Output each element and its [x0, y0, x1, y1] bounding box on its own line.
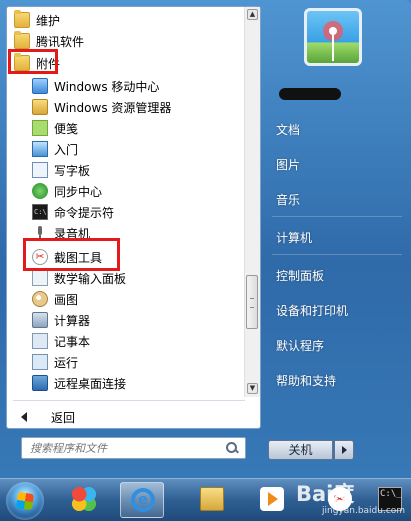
sync-center-icon — [32, 183, 48, 199]
program-paint[interactable]: 画图 — [7, 289, 243, 309]
right-item-default-programs[interactable]: 默认程序 — [276, 337, 324, 354]
taskbar-app-ie[interactable]: e — [120, 482, 164, 518]
mobility-center-icon — [32, 78, 48, 94]
program-label: 写字板 — [54, 163, 91, 178]
programs-panel: 维护 腾讯软件 附件 Windows 移动中心 Windows 资源管理器 便笺 — [6, 6, 261, 429]
program-label: 计算器 — [54, 313, 91, 328]
watermark: Bai度 — [296, 482, 355, 506]
program-label: 录音机 — [54, 226, 91, 241]
right-item-documents[interactable]: 文档 — [276, 121, 300, 138]
program-sync-center[interactable]: 同步中心 — [7, 181, 243, 201]
shutdown-options-arrow-icon[interactable] — [334, 440, 354, 460]
folder-maintenance[interactable]: 维护 — [7, 10, 243, 30]
program-label: 截图工具 — [54, 250, 103, 265]
back-label: 返回 — [51, 410, 76, 425]
taskbar-app-media[interactable] — [250, 482, 294, 518]
start-orb-icon[interactable] — [6, 482, 44, 520]
getting-started-icon — [32, 141, 48, 157]
program-math-input-panel[interactable]: 数学输入面板 — [7, 268, 243, 288]
wordpad-icon — [32, 162, 48, 178]
program-label: 记事本 — [54, 334, 91, 349]
program-label: 运行 — [54, 355, 79, 370]
program-label: 便笺 — [54, 121, 79, 136]
program-windows-mobility-center[interactable]: Windows 移动中心 — [7, 76, 243, 96]
watermark-url: jingyan.baidu.com — [322, 506, 406, 516]
program-sticky-notes[interactable]: 便笺 — [7, 118, 243, 138]
math-input-icon — [32, 270, 48, 286]
explorer-icon — [32, 99, 48, 115]
sticky-notes-icon — [32, 120, 48, 136]
notepad-icon — [32, 333, 48, 349]
folder-accessories[interactable]: 附件 — [7, 53, 243, 73]
paint-icon — [32, 291, 48, 307]
program-label: 入门 — [54, 142, 79, 157]
scroll-thumb[interactable] — [246, 275, 258, 329]
taskbar-app-1[interactable] — [62, 482, 106, 518]
program-label: 腾讯软件 — [36, 34, 85, 49]
right-item-help-support[interactable]: 帮助和支持 — [276, 372, 336, 389]
program-label: Windows 移动中心 — [54, 79, 160, 94]
search-input[interactable] — [22, 438, 225, 458]
folder-icon — [14, 53, 30, 71]
program-remote-desktop[interactable]: 远程桌面连接 — [7, 373, 243, 393]
program-getting-started[interactable]: 入门 — [7, 139, 243, 159]
program-label: Windows 资源管理器 — [54, 100, 172, 115]
snipping-tool-icon: ✂ — [32, 249, 48, 265]
internet-explorer-icon: e — [131, 488, 155, 512]
program-wordpad[interactable]: 写字板 — [7, 160, 243, 180]
user-avatar[interactable] — [304, 8, 362, 66]
run-icon — [32, 354, 48, 370]
program-sound-recorder[interactable]: 录音机 — [7, 223, 243, 243]
folder-icon — [14, 10, 30, 28]
search-icon[interactable] — [225, 441, 239, 455]
right-item-devices-printers[interactable]: 设备和打印机 — [276, 302, 348, 319]
right-item-music[interactable]: 音乐 — [276, 191, 300, 208]
remote-desktop-icon — [32, 375, 48, 391]
calculator-icon — [32, 312, 48, 328]
program-label: 附件 — [36, 56, 61, 71]
program-label: 数学输入面板 — [54, 271, 127, 286]
file-explorer-icon — [200, 487, 224, 511]
right-item-pictures[interactable]: 图片 — [276, 156, 300, 173]
right-separator — [272, 254, 402, 255]
programs-list: 维护 腾讯软件 附件 Windows 移动中心 Windows 资源管理器 便笺 — [7, 7, 243, 397]
program-label: 同步中心 — [54, 184, 103, 199]
program-command-prompt[interactable]: C:\ 命令提示符 — [7, 202, 243, 222]
program-run[interactable]: 运行 — [7, 352, 243, 372]
programs-scrollbar[interactable]: ▲ ▼ — [244, 7, 260, 397]
folder-icon — [14, 31, 30, 49]
program-label: 远程桌面连接 — [54, 376, 127, 391]
pinned-app-icon — [72, 487, 96, 511]
microphone-icon — [32, 225, 48, 241]
program-label: 命令提示符 — [54, 205, 115, 220]
taskbar-app-explorer[interactable] — [190, 482, 234, 518]
start-menu: 维护 腾讯软件 附件 Windows 移动中心 Windows 资源管理器 便笺 — [0, 0, 411, 478]
right-separator — [272, 216, 402, 217]
program-snipping-tool[interactable]: ✂ 截图工具 — [7, 247, 243, 267]
scroll-down-arrow-icon[interactable]: ▼ — [247, 383, 258, 394]
back-button[interactable]: 返回 — [7, 407, 257, 427]
program-calculator[interactable]: 计算器 — [7, 310, 243, 330]
scroll-up-arrow-icon[interactable]: ▲ — [247, 9, 258, 20]
program-notepad[interactable]: 记事本 — [7, 331, 243, 351]
username-redacted — [279, 88, 341, 100]
folder-tencent-software[interactable]: 腾讯软件 — [7, 31, 243, 51]
program-label: 维护 — [36, 13, 61, 28]
program-label: 画图 — [54, 292, 79, 307]
program-windows-explorer[interactable]: Windows 资源管理器 — [7, 97, 243, 117]
right-item-computer[interactable]: 计算机 — [276, 229, 312, 246]
right-item-control-panel[interactable]: 控制面板 — [276, 267, 324, 284]
search-box[interactable] — [21, 437, 246, 459]
media-player-icon — [260, 487, 284, 511]
back-arrow-icon — [21, 412, 27, 422]
divider — [13, 400, 245, 401]
shutdown-button[interactable]: 关机 — [268, 440, 333, 460]
command-prompt-icon: C:\ — [32, 204, 48, 220]
